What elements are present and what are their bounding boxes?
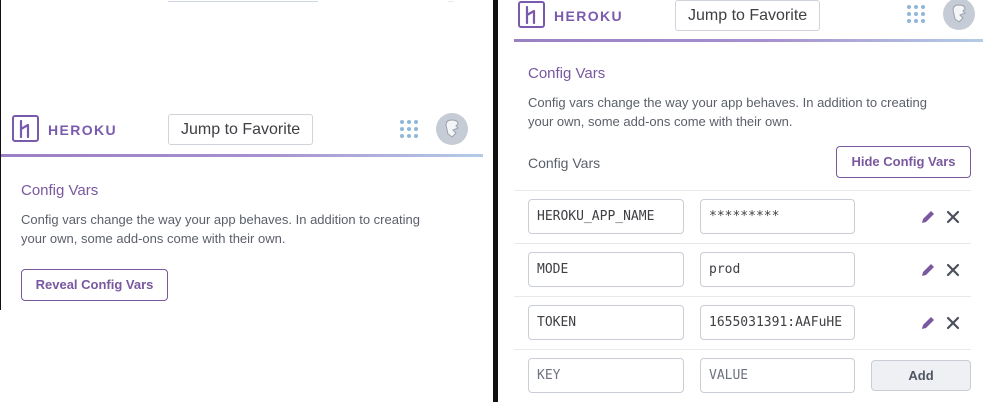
description-line: Config vars change the way your app beha…: [21, 212, 420, 227]
config-value-field[interactable]: 1655031391:AAFuHE: [700, 305, 855, 340]
delete-x-icon[interactable]: [944, 208, 962, 226]
config-value-field[interactable]: prod: [700, 252, 855, 287]
row-divider: [514, 243, 971, 244]
config-vars-panel-collapsed: HEROKU Jump to Favorite Config Vars Conf…: [1, 108, 483, 310]
heroku-logo-icon[interactable]: [12, 115, 39, 142]
description-line: your own, some add-ons come with their o…: [21, 231, 286, 246]
top-nav: HEROKU Jump to Favorite: [1, 108, 483, 154]
apps-grid-icon[interactable]: [907, 5, 925, 23]
new-key-input[interactable]: KEY: [528, 358, 684, 393]
header-divider: [1, 154, 483, 157]
heroku-wordmark[interactable]: HEROKU: [48, 122, 117, 138]
add-config-var-button[interactable]: Add: [871, 360, 971, 391]
jump-to-favorite-button[interactable]: Jump to Favorite: [675, 0, 821, 31]
config-vars-panel-expanded: HEROKU Jump to Favorite Config Vars Conf…: [498, 0, 983, 402]
section-title: Config Vars: [528, 65, 606, 82]
config-key-field[interactable]: HEROKU_APP_NAME: [528, 199, 684, 234]
edit-pencil-icon[interactable]: [919, 314, 937, 332]
hide-config-vars-button[interactable]: Hide Config Vars: [836, 146, 971, 178]
user-avatar-icon[interactable]: [436, 113, 468, 145]
apps-grid-icon[interactable]: [400, 120, 418, 138]
row-divider: [514, 349, 971, 350]
user-avatar-icon[interactable]: [943, 0, 975, 30]
heroku-wordmark[interactable]: HEROKU: [554, 8, 623, 24]
edit-pencil-icon[interactable]: [919, 261, 937, 279]
config-key-field[interactable]: TOKEN: [528, 305, 684, 340]
reveal-config-vars-button[interactable]: Reveal Config Vars: [21, 269, 168, 301]
screenshot-canvas: HEROKU Jump to Favorite Config Vars Conf…: [0, 0, 983, 402]
delete-x-icon[interactable]: [944, 314, 962, 332]
description-line: your own, some add-ons come with their o…: [528, 114, 793, 129]
section-title: Config Vars: [21, 182, 99, 199]
section-description: Config vars change the way your app beha…: [528, 93, 927, 131]
row-divider: [514, 296, 971, 297]
config-vars-label: Config Vars: [528, 155, 601, 171]
cropped-field-edge: [168, 0, 318, 2]
jump-to-favorite-button[interactable]: Jump to Favorite: [168, 114, 314, 145]
cropped-divider-edge: [448, 0, 454, 2]
config-key-field[interactable]: MODE: [528, 252, 684, 287]
heroku-logo-icon[interactable]: [518, 1, 545, 28]
delete-x-icon[interactable]: [944, 261, 962, 279]
new-value-input[interactable]: VALUE: [700, 358, 855, 393]
header-divider: [514, 39, 983, 42]
description-line: Config vars change the way your app beha…: [528, 95, 927, 110]
section-description: Config vars change the way your app beha…: [21, 210, 420, 248]
config-value-field[interactable]: *********: [700, 199, 855, 234]
edit-pencil-icon[interactable]: [919, 208, 937, 226]
row-divider: [514, 190, 971, 191]
